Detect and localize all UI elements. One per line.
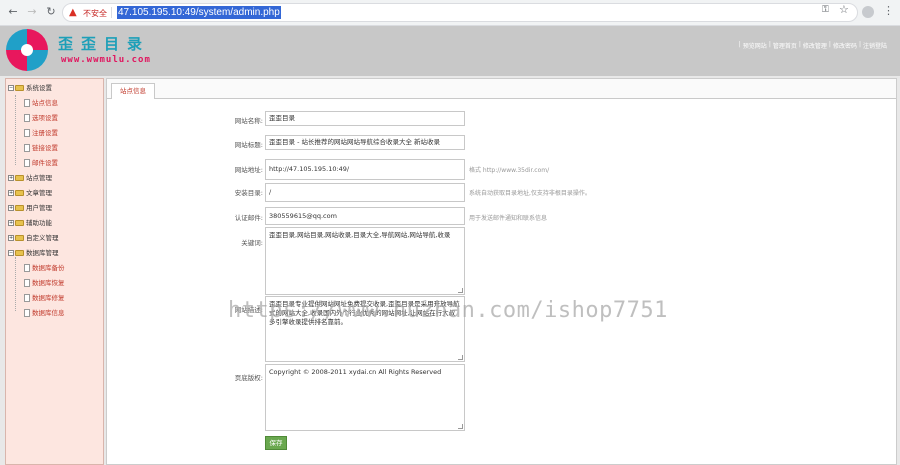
folder-icon — [15, 205, 24, 211]
tree-item-options[interactable]: 选项设置 — [24, 114, 58, 123]
tree-item-db-repair[interactable]: 数据库修复 — [24, 294, 65, 303]
tree-folder-database-manage[interactable]: − 数据库管理 — [8, 249, 59, 258]
tab-site-info[interactable]: 站点信息 — [111, 83, 155, 99]
tree-folder-user-manage[interactable]: + 用户管理 — [8, 204, 52, 213]
install-dir-label: 安装目录: — [234, 189, 263, 197]
watermark-text: https://www.huzhan.com/ishop7751 — [228, 298, 668, 323]
folder-icon — [15, 190, 24, 196]
insecure-label[interactable]: 不安全 — [83, 8, 107, 19]
edit-admin-link[interactable]: 修改管理 — [802, 41, 828, 50]
tab-bar: 站点信息 — [107, 79, 896, 99]
logo-text: 歪歪目录 — [58, 35, 151, 53]
tree-folder-system-settings[interactable]: − 系统设置 — [8, 84, 52, 93]
logo-url: www.wwmulu.com — [61, 55, 151, 65]
folder-icon — [15, 235, 24, 241]
url-text[interactable]: 47.105.195.10:49/system/admin.php — [117, 6, 281, 19]
document-icon — [24, 144, 30, 152]
site-url-input[interactable]: http://47.105.195.10:49/ — [265, 159, 465, 180]
tree-folder-custom-manage[interactable]: + 自定义管理 — [8, 234, 59, 243]
admin-email-hint: 用于发送邮件通知和联系信息 — [469, 215, 548, 222]
document-icon — [24, 294, 30, 302]
site-name-input[interactable]: 歪歪目录 — [265, 111, 465, 126]
install-dir-input[interactable]: / — [265, 183, 465, 202]
main-area: − 系统设置 站点信息 选项设置 注册设置 链接设置 邮件设置 + 站点管理 + 文章… — [0, 76, 900, 465]
site-header: 歪歪目录 www.wwmulu.com | 预览网站 | 管理首页 | 修改管理… — [0, 26, 900, 76]
folder-open-icon — [15, 85, 24, 91]
admin-home-link[interactable]: 管理首页 — [772, 41, 798, 50]
key-icon[interactable]: ⚿ — [822, 5, 829, 15]
document-icon — [24, 159, 30, 167]
document-icon — [24, 129, 30, 137]
save-button[interactable]: 保存 — [265, 436, 287, 450]
folder-open-icon — [15, 250, 24, 256]
tree-folder-tools[interactable]: + 辅助功能 — [8, 219, 52, 228]
tree-item-links[interactable]: 链接设置 — [24, 144, 58, 153]
document-icon — [24, 99, 30, 107]
tree-item-db-info[interactable]: 数据库信息 — [24, 309, 65, 318]
change-password-link[interactable]: 修改密码 — [832, 41, 858, 50]
browser-toolbar: ← → ↻ ▲ 不安全 47.105.195.10:49/system/admi… — [0, 0, 900, 26]
tree-item-mail[interactable]: 邮件设置 — [24, 159, 58, 168]
admin-email-label: 认证邮件: — [234, 214, 263, 222]
tree-item-db-restore[interactable]: 数据库恢复 — [24, 279, 65, 288]
tree-item-db-backup[interactable]: 数据库备份 — [24, 264, 65, 273]
warning-icon[interactable]: ▲ — [69, 7, 77, 18]
reload-icon[interactable]: ↻ — [44, 5, 58, 19]
tree-item-site-info[interactable]: 站点信息 — [24, 99, 58, 108]
copyright-textarea[interactable]: Copyright © 2008-2011 xydai.cn All Right… — [265, 364, 465, 431]
sidebar: − 系统设置 站点信息 选项设置 注册设置 链接设置 邮件设置 + 站点管理 + 文章… — [5, 78, 104, 465]
tree-item-register[interactable]: 注册设置 — [24, 129, 58, 138]
install-dir-hint: 系统自动获取目录地址,仅支持非根目录操作。 — [469, 190, 591, 197]
top-links: | 预览网站 | 管理首页 | 修改管理 | 修改密码 | 注销登陆 — [738, 41, 888, 50]
forward-icon[interactable]: → — [25, 5, 39, 19]
tree-folder-site-manage[interactable]: + 站点管理 — [8, 174, 52, 183]
keywords-label: 关键词: — [241, 239, 263, 247]
more-menu-icon[interactable]: ⋮ — [883, 5, 894, 16]
document-icon — [24, 264, 30, 272]
document-icon — [24, 114, 30, 122]
content-panel: 站点信息 网站名称: 歪歪目录 网站标题: 歪歪目录 - 站长推荐的网站网站导航… — [106, 78, 897, 465]
folder-icon — [15, 175, 24, 181]
document-icon — [24, 279, 30, 287]
address-bar[interactable]: ▲ 不安全 47.105.195.10:49/system/admin.php — [62, 3, 858, 22]
profile-avatar-icon[interactable] — [862, 6, 874, 18]
site-url-label: 网站地址: — [234, 166, 263, 174]
document-icon — [24, 309, 30, 317]
keywords-textarea[interactable]: 歪歪目录,网站目录,网站收录,目录大全,导航网站,网站导航,收录 — [265, 227, 465, 295]
divider — [111, 7, 112, 18]
site-url-hint: 格式 http://www.35dir.com/ — [469, 167, 550, 174]
back-icon[interactable]: ← — [6, 5, 20, 19]
folder-icon — [15, 220, 24, 226]
admin-email-input[interactable]: 380559615@qq.com — [265, 207, 465, 225]
site-title-label: 网站标题: — [234, 141, 263, 149]
logout-link[interactable]: 注销登陆 — [862, 41, 888, 50]
copyright-label: 页底版权: — [234, 374, 263, 382]
tree-folder-article-manage[interactable]: + 文章管理 — [8, 189, 52, 198]
logo-icon — [6, 29, 48, 71]
preview-site-link[interactable]: 预览网站 — [742, 41, 768, 50]
site-name-label: 网站名称: — [234, 117, 263, 125]
bookmark-star-icon[interactable]: ☆ — [839, 3, 849, 16]
site-title-input[interactable]: 歪歪目录 - 站长推荐的网站网站导航综合收录大全 新站收录 — [265, 135, 465, 150]
